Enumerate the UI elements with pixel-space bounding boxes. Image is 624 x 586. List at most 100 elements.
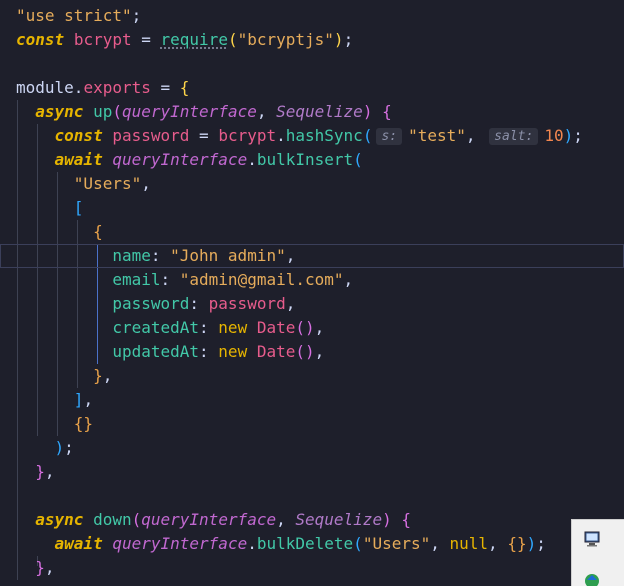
code-line[interactable]: [ [0, 196, 624, 220]
inlay-hint: s: [376, 128, 403, 145]
code-token: Sequelize [276, 102, 363, 121]
code-token: , [285, 246, 296, 265]
code-token: , [314, 318, 325, 337]
code-line[interactable]: {} [0, 412, 624, 436]
code-token: ( [353, 534, 363, 553]
code-token: exports [83, 78, 151, 97]
code-token: ; [343, 30, 354, 49]
code-token: ) [382, 510, 392, 529]
code-token: = [189, 126, 219, 145]
network-icon[interactable] [583, 572, 601, 586]
code-line[interactable]: async down(queryInterface, Sequelize) { [0, 508, 624, 532]
code-token: { [93, 222, 103, 241]
code-token: "John admin" [170, 246, 286, 265]
code-token: "use strict" [16, 6, 132, 25]
code-token: up [93, 102, 113, 121]
code-line[interactable]: { [0, 220, 624, 244]
code-line[interactable] [0, 52, 624, 76]
system-tray [571, 519, 624, 586]
code-token: , [141, 174, 151, 193]
code-token: bulkInsert [256, 150, 354, 169]
code-editor[interactable]: "use strict"; const bcrypt = require("bcr… [0, 0, 624, 586]
code-line[interactable]: }, [0, 364, 624, 388]
code-token: "test" [408, 126, 466, 145]
code-line[interactable]: password: password, [0, 292, 624, 316]
code-line[interactable]: "Users", [0, 172, 624, 196]
code-token: . [276, 126, 286, 145]
code-token: password [208, 294, 286, 313]
code-token: 10 [544, 126, 564, 145]
code-token: ( [353, 150, 363, 169]
code-token: ; [536, 534, 546, 553]
code-line[interactable]: }, [0, 556, 624, 580]
code-line[interactable]: const password = bcrypt.hashSync(s: "test… [0, 124, 624, 148]
code-line[interactable]: async up(queryInterface, Sequelize) { [0, 100, 624, 124]
code-token: . [73, 78, 84, 97]
code-token: ( [227, 30, 238, 49]
code-token: ) [333, 30, 344, 49]
code-token: ; [64, 438, 74, 457]
code-line[interactable]: await queryInterface.bulkDelete("Users",… [0, 532, 624, 556]
code-token: { [179, 78, 190, 97]
code-token: Date [256, 318, 296, 337]
code-token: Date [256, 342, 296, 361]
code-token: password [112, 294, 190, 313]
code-token: , [256, 102, 277, 121]
code-token: "Users" [362, 534, 431, 553]
code-token: , [430, 534, 450, 553]
code-token: new [218, 318, 248, 337]
code-token: name [112, 246, 151, 265]
code-token: bulkDelete [256, 534, 354, 553]
code-line[interactable] [0, 484, 624, 508]
code-line[interactable]: module.exports = { [0, 76, 624, 100]
code-line[interactable]: await queryInterface.bulkInsert( [0, 148, 624, 172]
code-token: } [93, 366, 103, 385]
code-line[interactable]: ); [0, 436, 624, 460]
code-token: "admin@gmail.com" [179, 270, 344, 289]
code-token: : [150, 246, 171, 265]
monitor-icon[interactable] [583, 530, 601, 548]
code-token: "Users" [73, 174, 142, 193]
code-token: await [54, 150, 103, 169]
code-token: queryInterface [112, 150, 248, 169]
code-line[interactable]: const bcrypt = require("bcryptjs"); [0, 28, 624, 52]
code-token: down [93, 510, 132, 529]
code-token: await [54, 534, 103, 553]
code-token: . [247, 150, 257, 169]
code-line[interactable]: "use strict"; [0, 4, 624, 28]
code-line[interactable]: email: "admin@gmail.com", [0, 268, 624, 292]
code-token: ( [112, 102, 122, 121]
code-token: = [131, 30, 161, 49]
code-token: {} [73, 414, 94, 433]
code-token: ; [131, 6, 142, 25]
code-token: [ [73, 198, 84, 217]
code-line-current[interactable]: name: "John admin", [0, 244, 624, 268]
code-token: , [44, 462, 55, 481]
code-token: : [199, 318, 219, 337]
code-token: updatedAt [112, 342, 200, 361]
code-line[interactable]: createdAt: new Date(), [0, 316, 624, 340]
code-line[interactable]: ], [0, 388, 624, 412]
inlay-hint: salt: [489, 128, 539, 145]
code-line[interactable]: updatedAt: new Date(), [0, 340, 624, 364]
code-token: require [160, 30, 228, 49]
code-token: , [314, 342, 325, 361]
code-line[interactable]: }, [0, 460, 624, 484]
code-token: module [16, 78, 74, 97]
code-token: bcrypt [218, 126, 277, 145]
code-token: , [44, 558, 55, 577]
